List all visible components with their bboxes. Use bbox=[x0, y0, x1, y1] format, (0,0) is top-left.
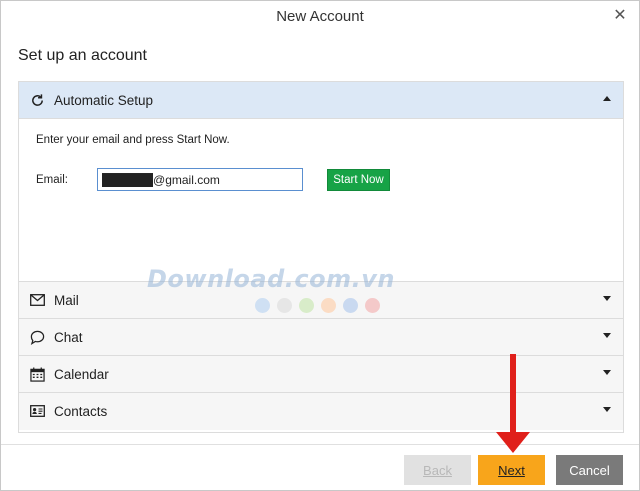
section-label: Mail bbox=[54, 293, 79, 308]
watermark-text: Download.com.vn bbox=[147, 265, 395, 293]
section-label: Calendar bbox=[54, 367, 109, 382]
email-label: Email: bbox=[36, 174, 68, 186]
caret-up-icon bbox=[603, 96, 611, 101]
section-label: Automatic Setup bbox=[54, 93, 154, 108]
close-icon[interactable]: ✕ bbox=[611, 6, 629, 26]
watermark-dot bbox=[321, 298, 336, 313]
speech-bubble-icon bbox=[29, 329, 45, 345]
section-chat[interactable]: Chat bbox=[19, 319, 623, 356]
section-label: Chat bbox=[54, 330, 83, 345]
red-arrow-down-icon bbox=[496, 354, 530, 453]
watermark-dot bbox=[255, 298, 270, 313]
setup-accordion: Automatic Setup Enter your email and pre… bbox=[18, 81, 624, 433]
caret-down-icon bbox=[603, 296, 611, 301]
watermark-dot bbox=[299, 298, 314, 313]
section-label: Contacts bbox=[54, 404, 108, 419]
next-button[interactable]: Next bbox=[478, 455, 545, 485]
email-input[interactable] bbox=[97, 168, 303, 191]
cancel-button[interactable]: Cancel bbox=[556, 455, 623, 485]
section-automatic-setup[interactable]: Automatic Setup bbox=[19, 82, 623, 119]
window-title: New Account bbox=[276, 8, 364, 25]
caret-down-icon bbox=[603, 407, 611, 412]
section-contacts[interactable]: Contacts bbox=[19, 393, 623, 430]
watermark-dot bbox=[277, 298, 292, 313]
page-heading: Set up an account bbox=[18, 47, 147, 64]
watermark-dots bbox=[255, 298, 380, 313]
footer-divider bbox=[1, 444, 639, 445]
section-calendar[interactable]: Calendar bbox=[19, 356, 623, 393]
envelope-icon bbox=[29, 292, 45, 308]
instructions-text: Enter your email and press Start Now. bbox=[36, 134, 230, 146]
calendar-icon bbox=[29, 366, 45, 382]
contact-card-icon bbox=[29, 403, 45, 419]
new-account-dialog: New Account ✕ Set up an account Automati… bbox=[0, 0, 640, 491]
back-button[interactable]: Back bbox=[404, 455, 471, 485]
watermark-dot bbox=[365, 298, 380, 313]
watermark-dot bbox=[343, 298, 358, 313]
caret-down-icon bbox=[603, 333, 611, 338]
refresh-icon bbox=[29, 92, 45, 108]
start-now-button[interactable]: Start Now bbox=[327, 169, 390, 191]
caret-down-icon bbox=[603, 370, 611, 375]
title-bar: New Account ✕ bbox=[1, 1, 639, 33]
automatic-setup-panel: Enter your email and press Start Now. Em… bbox=[19, 119, 623, 282]
